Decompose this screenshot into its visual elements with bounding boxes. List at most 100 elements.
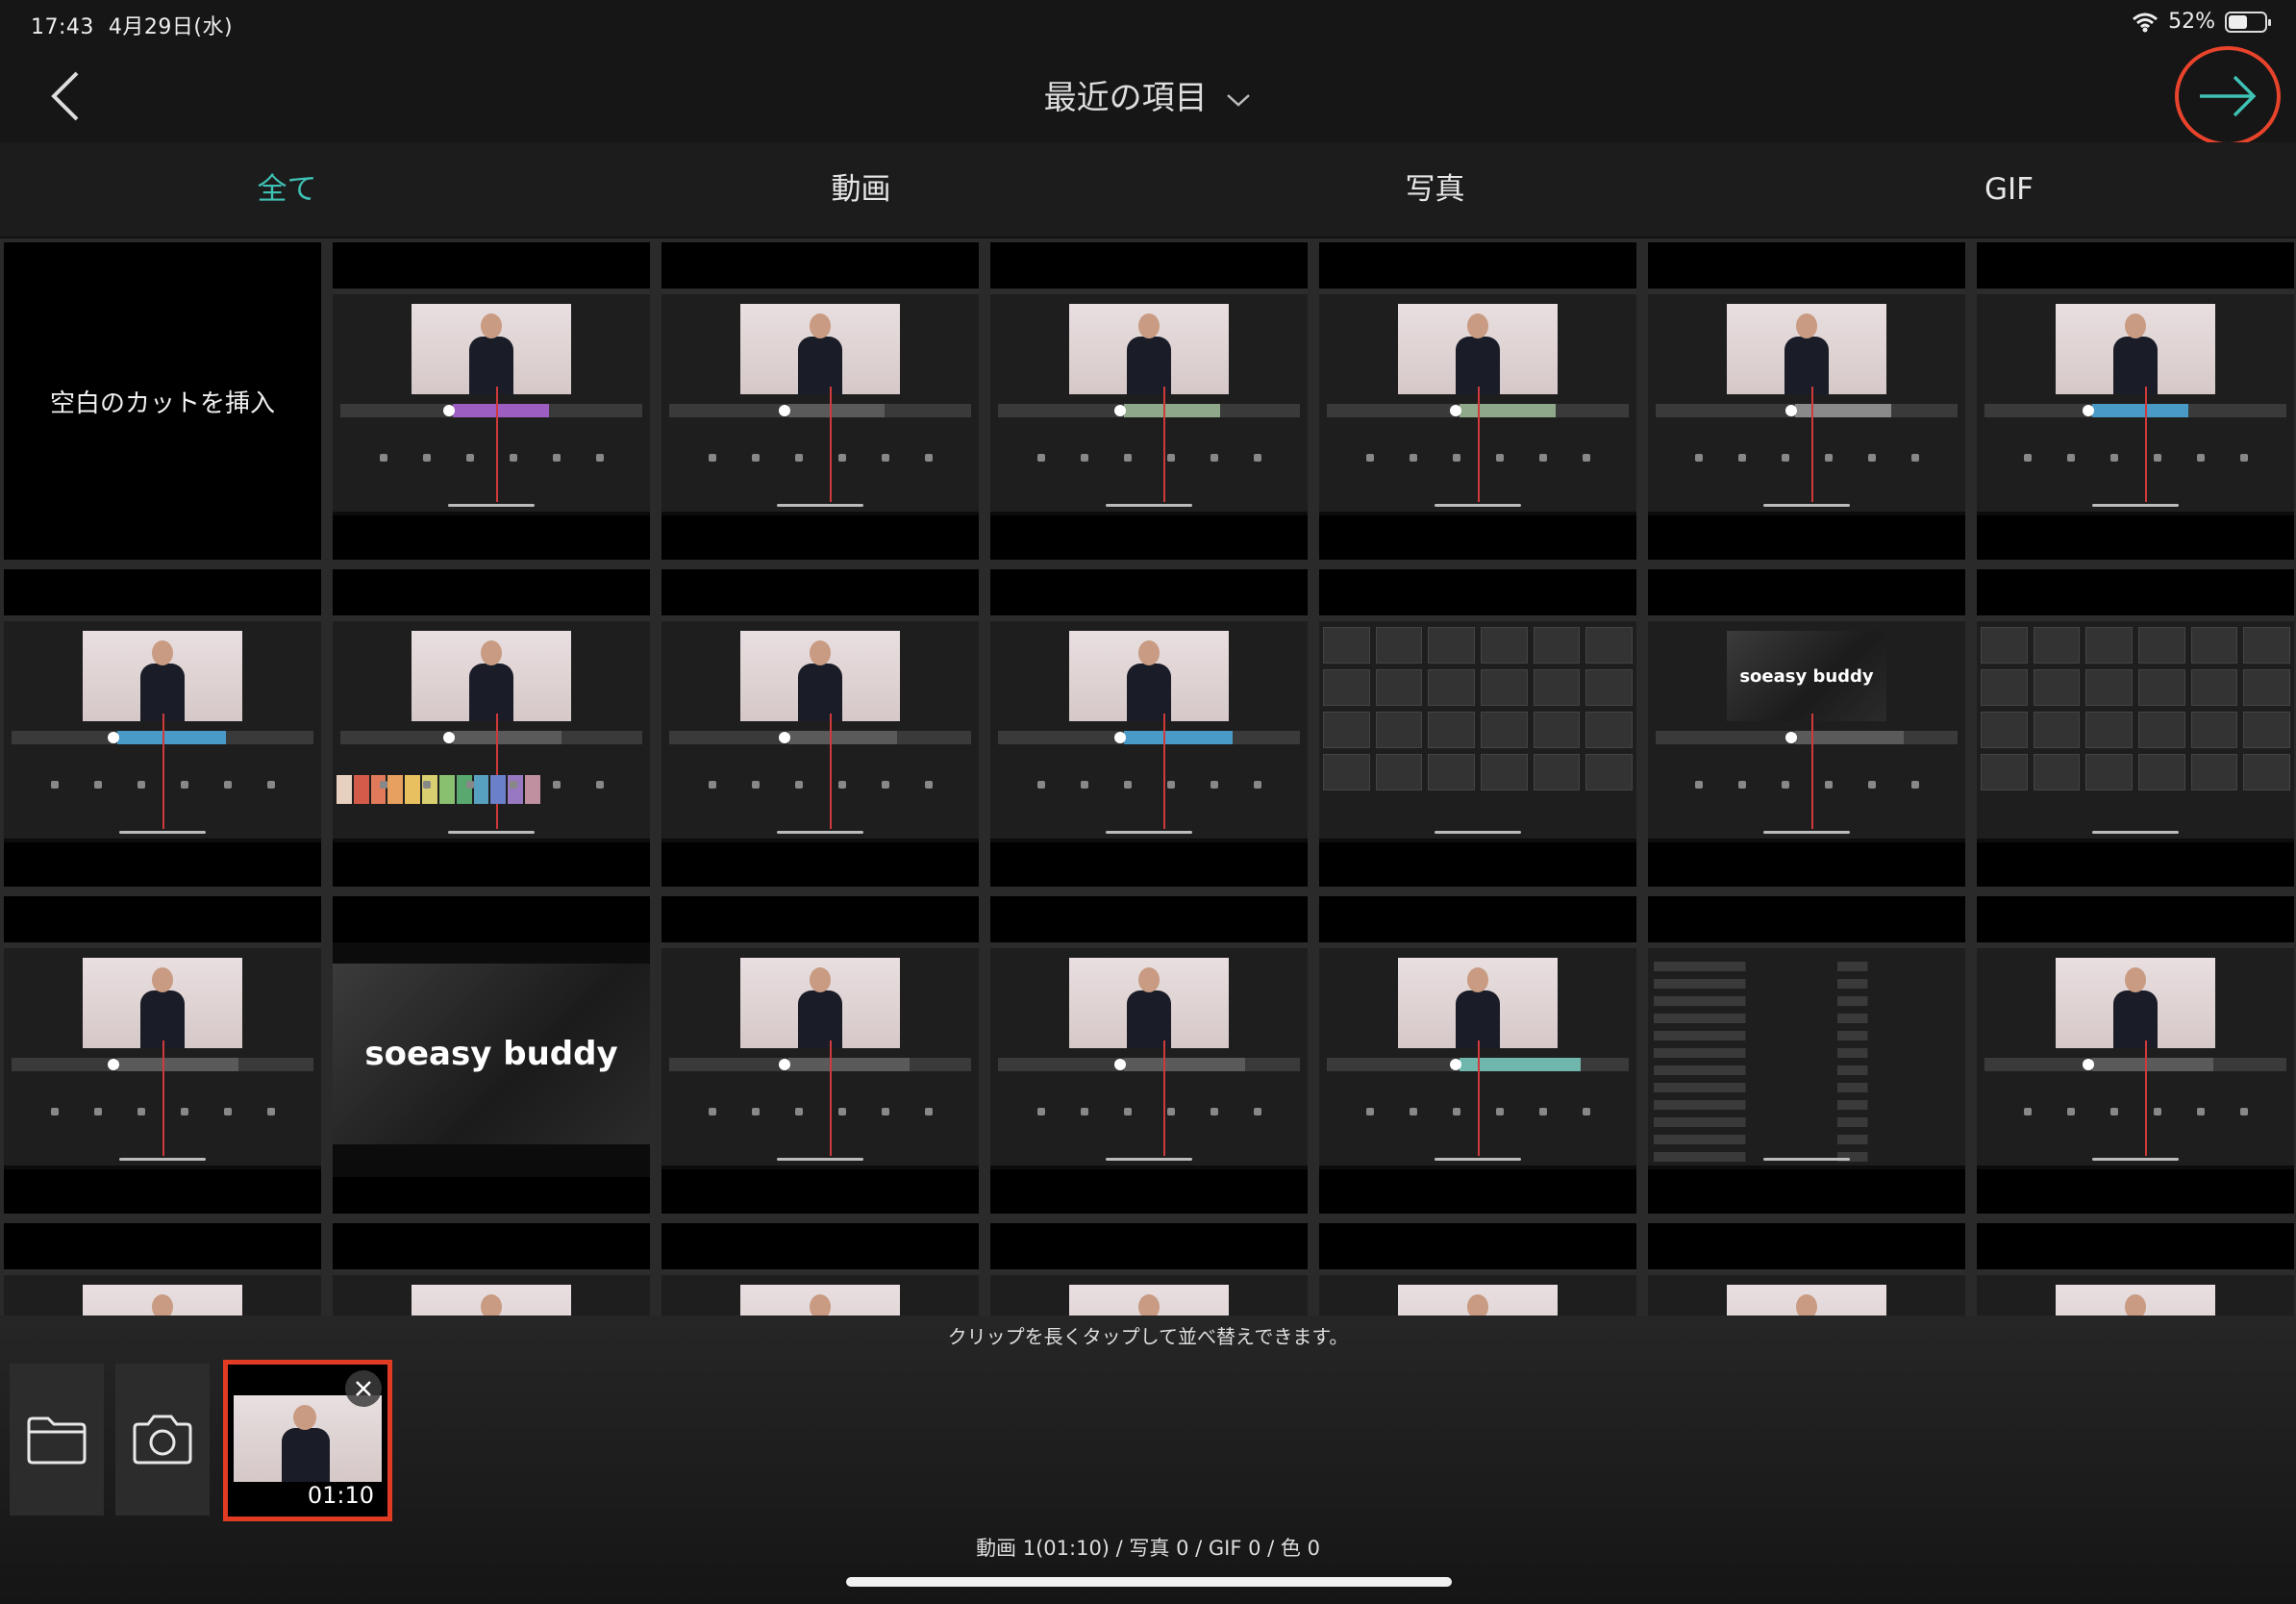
selected-clip-thumbnail bbox=[234, 1395, 382, 1482]
media-thumbnail[interactable] bbox=[4, 896, 321, 1214]
person-image bbox=[2113, 1294, 2158, 1316]
media-thumbnail[interactable] bbox=[1319, 1223, 1636, 1316]
video-frame bbox=[83, 1285, 242, 1316]
person-image bbox=[1784, 313, 1829, 394]
video-frame bbox=[1727, 1285, 1886, 1316]
media-thumbnail[interactable] bbox=[1977, 1223, 2294, 1316]
media-thumbnail[interactable] bbox=[4, 569, 321, 887]
media-thumbnail[interactable] bbox=[661, 896, 979, 1214]
home-indicator[interactable] bbox=[846, 1577, 1452, 1587]
status-bar: 17:43 4月29日(水) 52% bbox=[0, 0, 2296, 46]
video-frame bbox=[2056, 304, 2215, 394]
video-frame bbox=[83, 631, 242, 721]
insert-blank-cut-button[interactable]: 空白のカットを挿入 bbox=[4, 242, 321, 560]
person-image bbox=[140, 1294, 185, 1316]
person-image bbox=[1456, 967, 1500, 1048]
media-thumbnail[interactable] bbox=[1977, 242, 2294, 560]
clip-duration: 01:10 bbox=[307, 1482, 374, 1509]
media-thumbnail[interactable] bbox=[1648, 1223, 1965, 1316]
video-frame bbox=[1069, 304, 1229, 394]
media-thumbnail[interactable] bbox=[661, 1223, 979, 1316]
remove-clip-button[interactable] bbox=[345, 1370, 382, 1407]
person-image bbox=[798, 640, 842, 721]
media-thumbnail[interactable] bbox=[990, 896, 1308, 1214]
media-thumbnail[interactable] bbox=[1319, 242, 1636, 560]
person-image bbox=[1127, 640, 1171, 721]
album-selector[interactable]: 最近の項目 bbox=[0, 71, 2296, 118]
media-thumbnail[interactable]: soeasy buddy bbox=[333, 896, 650, 1214]
person-image bbox=[140, 967, 185, 1048]
person-image bbox=[469, 1294, 513, 1316]
video-frame bbox=[1069, 1285, 1229, 1316]
video-frame bbox=[83, 958, 242, 1048]
person-image bbox=[798, 967, 842, 1048]
video-frame bbox=[740, 631, 900, 721]
person-image bbox=[1127, 313, 1171, 394]
reorder-hint: クリップを長くタップして並べ替えできます。 bbox=[947, 1325, 1349, 1348]
close-icon bbox=[356, 1381, 371, 1396]
media-type-tabs: 全て 動画 写真 GIF bbox=[0, 142, 2296, 237]
media-thumbnail[interactable] bbox=[990, 1223, 1308, 1316]
video-frame bbox=[740, 304, 900, 394]
video-frame bbox=[2056, 958, 2215, 1048]
person-image bbox=[1784, 1294, 1829, 1316]
media-thumbnail[interactable] bbox=[990, 242, 1308, 560]
person-image bbox=[2113, 313, 2158, 394]
video-frame bbox=[1069, 631, 1229, 721]
battery-percent: 52% bbox=[2168, 10, 2215, 34]
camera-button[interactable] bbox=[115, 1364, 210, 1516]
files-button[interactable] bbox=[10, 1364, 104, 1516]
arrow-right-icon bbox=[2200, 75, 2257, 117]
album-title: 最近の項目 bbox=[1043, 79, 1208, 117]
video-frame bbox=[1727, 304, 1886, 394]
media-thumbnail[interactable] bbox=[333, 242, 650, 560]
status-time: 17:43 4月29日(水) bbox=[31, 15, 234, 39]
media-thumbnail[interactable] bbox=[1977, 569, 2294, 887]
brand-image: soeasy buddy bbox=[1727, 631, 1886, 721]
person-image bbox=[1127, 1294, 1171, 1316]
person-image bbox=[2113, 967, 2158, 1048]
media-thumbnail[interactable] bbox=[1977, 896, 2294, 1214]
person-image bbox=[469, 313, 513, 394]
tab-videos[interactable]: 動画 bbox=[574, 142, 1148, 237]
media-thumbnail[interactable] bbox=[1319, 569, 1636, 887]
media-thumbnail[interactable] bbox=[661, 242, 979, 560]
person-image bbox=[140, 640, 185, 721]
video-frame bbox=[1069, 958, 1229, 1048]
person-image bbox=[1127, 967, 1171, 1048]
status-right: 52% bbox=[2132, 10, 2271, 34]
selected-clip[interactable]: 01:10 bbox=[223, 1360, 392, 1521]
video-frame bbox=[412, 304, 571, 394]
brand-image: soeasy buddy bbox=[333, 964, 650, 1144]
media-thumbnail[interactable] bbox=[1648, 896, 1965, 1214]
insert-blank-cut-label: 空白のカットを挿入 bbox=[49, 388, 275, 418]
video-frame bbox=[740, 1285, 900, 1316]
video-frame bbox=[412, 631, 571, 721]
video-frame bbox=[412, 1285, 571, 1316]
media-thumbnail[interactable] bbox=[1319, 896, 1636, 1214]
person-image bbox=[1456, 313, 1500, 394]
person-image bbox=[469, 640, 513, 721]
tab-all[interactable]: 全て bbox=[0, 142, 574, 237]
media-thumbnail[interactable] bbox=[333, 1223, 650, 1316]
person-image bbox=[1456, 1294, 1500, 1316]
camera-icon bbox=[133, 1415, 192, 1465]
media-thumbnail[interactable] bbox=[333, 569, 650, 887]
tab-gif[interactable]: GIF bbox=[1722, 142, 2296, 237]
media-thumbnail[interactable] bbox=[661, 569, 979, 887]
selection-summary: 動画 1(01:10) / 写真 0 / GIF 0 / 色 0 bbox=[976, 1537, 1320, 1560]
folder-icon bbox=[27, 1416, 87, 1465]
battery-icon bbox=[2225, 11, 2271, 33]
video-frame bbox=[1398, 1285, 1558, 1316]
tab-photos[interactable]: 写真 bbox=[1148, 142, 1722, 237]
media-grid: 空白のカットを挿入 soeasy buddy soeasy buddy bbox=[0, 238, 2296, 1316]
media-thumbnail[interactable] bbox=[1648, 242, 1965, 560]
video-frame bbox=[740, 958, 900, 1048]
media-thumbnail[interactable] bbox=[4, 1223, 321, 1316]
next-button[interactable] bbox=[2175, 46, 2281, 146]
video-frame bbox=[2056, 1285, 2215, 1316]
media-thumbnail[interactable]: soeasy buddy bbox=[1648, 569, 1965, 887]
video-frame bbox=[1398, 304, 1558, 394]
media-thumbnail[interactable] bbox=[990, 569, 1308, 887]
person-image bbox=[798, 1294, 842, 1316]
